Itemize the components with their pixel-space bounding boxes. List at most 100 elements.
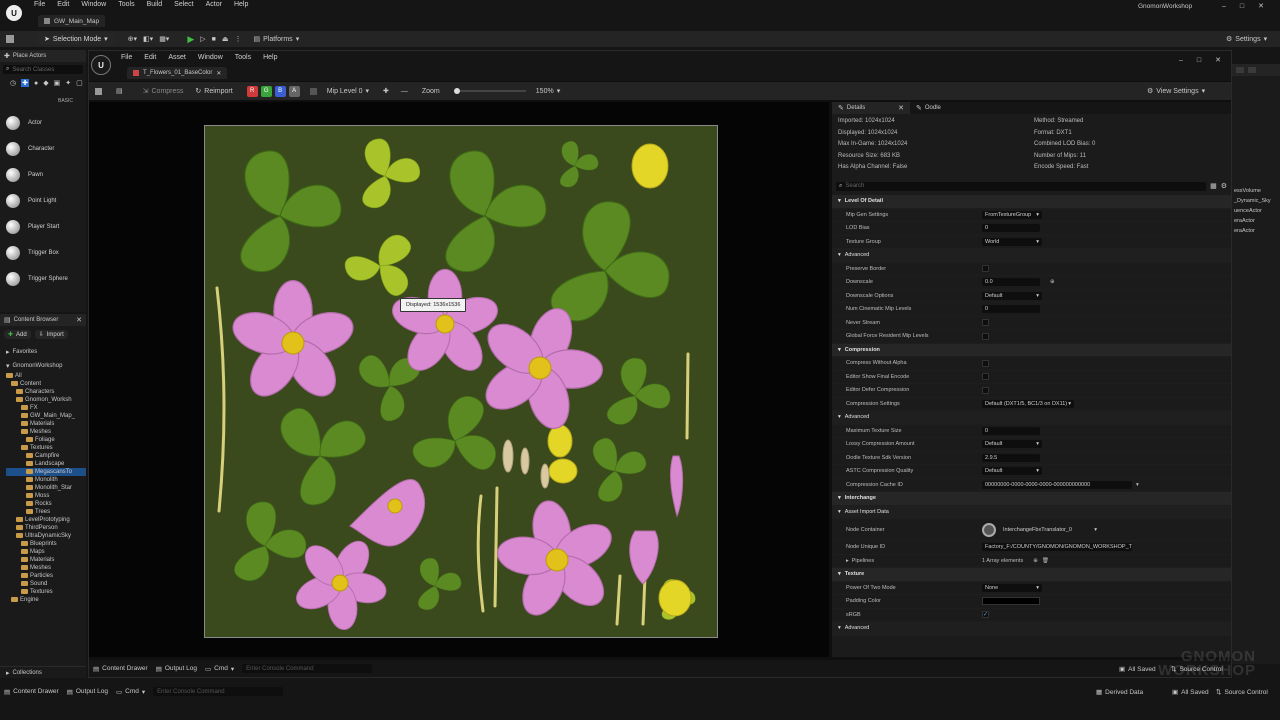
section-level-of-detail[interactable]: ▾ Level Of Detail <box>832 195 1231 209</box>
map-tab[interactable]: GW_Main_Map <box>38 15 106 27</box>
tree-item[interactable]: All <box>6 372 86 380</box>
place-item-trigger-box[interactable]: Trigger Box <box>0 240 86 266</box>
reset-icon[interactable]: ⊕ <box>1050 279 1055 285</box>
all-saved-indicator[interactable]: ▣ All Saved <box>1172 688 1209 697</box>
compress-button[interactable]: ⇲ Compress <box>143 87 184 96</box>
outliner-item[interactable]: eraActor <box>1234 226 1280 236</box>
section-texture[interactable]: ▾ Texture <box>832 568 1231 582</box>
basic-icon[interactable]: ✚ <box>21 79 29 87</box>
property-input[interactable]: 0 <box>982 305 1040 314</box>
maximize-icon[interactable]: □ <box>1240 3 1244 10</box>
property-checkbox[interactable] <box>982 332 989 340</box>
padding-color-swatch[interactable] <box>982 597 1040 606</box>
derived-data-button[interactable]: ▦ Derived Data <box>1096 688 1143 697</box>
cmd-button[interactable]: ▭ Cmd ▾ <box>116 688 145 696</box>
menu-window[interactable]: Window <box>75 1 112 8</box>
tree-item[interactable]: Foliage <box>6 436 86 444</box>
property-select[interactable]: None ▾ <box>982 583 1042 592</box>
zoom-in-icon[interactable]: ✚ <box>383 87 389 95</box>
menu-select[interactable]: Select <box>168 1 199 8</box>
tree-item[interactable]: Landscape <box>6 460 86 468</box>
close-icon[interactable]: ✕ <box>216 70 221 77</box>
place-item-pawn[interactable]: Pawn <box>0 162 86 188</box>
outliner-item[interactable]: eraActor <box>1234 216 1280 226</box>
te-menu-file[interactable]: File <box>115 54 138 61</box>
settings-icon[interactable]: ⚙ <box>1221 182 1227 190</box>
minimize-icon[interactable]: – <box>1222 3 1226 10</box>
save-icon[interactable] <box>95 87 102 95</box>
menu-tools[interactable]: Tools <box>112 1 140 8</box>
tree-item[interactable]: Rocks <box>6 500 86 508</box>
texture-tab[interactable]: T_Flowers_01_BaseColor ✕ <box>127 67 228 79</box>
output-log-button[interactable]: ▤ Output Log <box>156 665 197 673</box>
play-options-icon[interactable]: ⋮ <box>235 35 242 43</box>
property-input[interactable]: Factory_F:/COUNTY/GNOMON/GNOMON_WORKSHOP… <box>982 543 1132 552</box>
zoom-slider-handle[interactable] <box>453 88 460 94</box>
tree-item[interactable]: Moss <box>6 492 86 500</box>
cinematic-icon[interactable]: ▣ <box>54 79 61 87</box>
unreal-logo[interactable]: U <box>6 5 22 21</box>
close-icon[interactable]: ✕ <box>1258 2 1264 10</box>
tree-item[interactable]: Trees <box>6 508 86 516</box>
section-advanced[interactable]: ▾ Advanced <box>832 622 1231 636</box>
eject-icon[interactable]: ⏏ <box>222 35 229 43</box>
play-icon[interactable]: ▶ <box>187 34 194 45</box>
outliner-item[interactable]: uenceActor <box>1234 206 1280 216</box>
selection-mode-button[interactable]: ➤ Selection Mode ▾ <box>38 33 114 45</box>
settings-button[interactable]: ⚙ Settings ▾ <box>1226 35 1267 44</box>
property-matrix-icon[interactable]: ▦ <box>1210 182 1217 190</box>
node-container-select[interactable]: InterchangeFbxTranslator_0 ▾ <box>1000 525 1100 534</box>
collections-header[interactable]: ▸ Collections <box>0 666 86 678</box>
place-item-point-light[interactable]: Point Light <box>0 188 86 214</box>
tree-item[interactable]: MegascansTo <box>6 468 86 476</box>
play-advance-icon[interactable]: ▷ <box>200 35 205 43</box>
cmd-button[interactable]: ▭ Cmd ▾ <box>205 665 234 673</box>
import-button[interactable]: ⇩ Import <box>34 330 68 339</box>
te-menu-tools[interactable]: Tools <box>229 54 257 61</box>
place-item-actor[interactable]: Actor <box>0 110 86 136</box>
zoom-out-icon[interactable]: — <box>401 88 408 95</box>
tree-item[interactable]: Monolith <box>6 476 86 484</box>
close-icon[interactable]: ✕ <box>898 104 904 112</box>
visual-fx-icon[interactable]: ✦ <box>65 79 71 87</box>
add-actor-icon[interactable]: ⊕▾ <box>128 35 137 43</box>
section-asset-import-data[interactable]: ▾ Asset Import Data <box>832 505 1231 519</box>
te-menu-help[interactable]: Help <box>257 54 283 61</box>
texture-viewport[interactable]: Displayed: 1536x1536 <box>89 102 829 657</box>
tree-item[interactable]: Campfire <box>6 452 86 460</box>
place-actors-search[interactable]: ⌕ Search Classes <box>3 65 83 74</box>
tree-item[interactable]: Characters <box>6 388 86 396</box>
output-log-button[interactable]: ▤ Output Log <box>67 688 108 696</box>
browse-icon[interactable]: ▤ <box>116 87 123 95</box>
section-advanced[interactable]: ▾ Advanced <box>832 249 1231 263</box>
outliner-item[interactable]: essVolume <box>1234 186 1280 196</box>
tree-item[interactable]: Content <box>6 380 86 388</box>
shapes-icon[interactable]: ◆ <box>43 79 48 87</box>
details-search[interactable]: ⌕ Search <box>836 181 1207 191</box>
maximize-icon[interactable]: □ <box>1197 57 1201 64</box>
channel-r-toggle[interactable]: R <box>246 85 258 97</box>
volumes-icon[interactable]: ▢ <box>76 79 83 87</box>
tree-item[interactable]: Textures <box>6 588 86 596</box>
stop-icon[interactable]: ■ <box>212 36 216 43</box>
unreal-logo[interactable]: U <box>91 55 111 75</box>
tree-item[interactable]: Meshes <box>6 428 86 436</box>
menu-actor[interactable]: Actor <box>200 1 228 8</box>
add-button[interactable]: ✚ Add <box>4 330 31 339</box>
tree-item[interactable]: Particles <box>6 572 86 580</box>
place-item-trigger-sphere[interactable]: Trigger Sphere <box>0 266 86 292</box>
cinematics-icon[interactable]: ▦▾ <box>159 35 169 43</box>
platforms-button[interactable]: ▤ Platforms ▾ <box>254 35 300 44</box>
section-advanced[interactable]: ▾ Advanced <box>832 411 1231 425</box>
menu-edit[interactable]: Edit <box>51 1 75 8</box>
menu-help[interactable]: Help <box>228 1 254 8</box>
property-input[interactable]: 0 <box>982 224 1040 233</box>
tree-item[interactable]: GW_Main_Map_ <box>6 412 86 420</box>
tree-item[interactable]: Maps <box>6 548 86 556</box>
tree-item[interactable]: Gnomon_Worksh <box>6 396 86 404</box>
property-checkbox[interactable] <box>982 319 989 327</box>
outliner-item[interactable]: _Dynamic_Sky <box>1234 196 1280 206</box>
content-drawer-button[interactable]: ▤ Content Drawer <box>93 665 148 673</box>
tree-item[interactable]: Textures <box>6 444 86 452</box>
property-checkbox[interactable] <box>982 265 989 273</box>
